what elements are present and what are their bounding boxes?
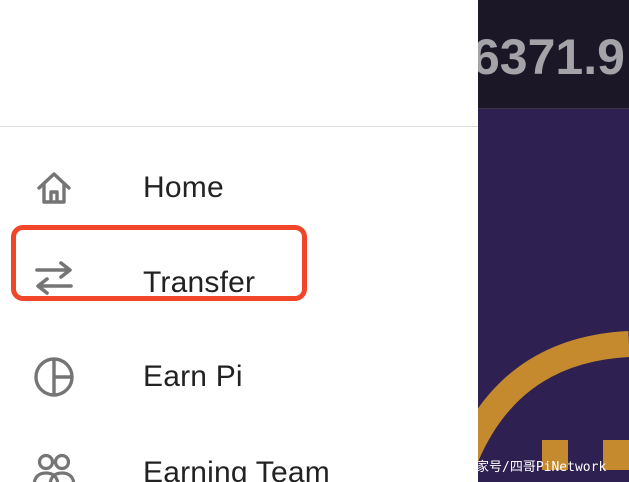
watermark-text: 家号/四哥PiNetwork <box>476 460 607 475</box>
home-icon <box>32 166 76 210</box>
pie-chart-icon <box>32 355 76 399</box>
navigation-drawer: Home Transfer Earn Pi Earning Team <box>0 0 478 482</box>
team-icon <box>32 448 76 482</box>
balance-value: 6371.9 <box>478 29 625 85</box>
menu-label-earn-pi: Earn Pi <box>143 360 243 393</box>
menu-item-earning-team[interactable]: Earning Team <box>0 440 478 482</box>
mining-arc <box>478 331 629 470</box>
menu-label-home: Home <box>143 171 224 204</box>
menu-label-earning-team: Earning Team <box>143 456 330 482</box>
balance-topbar: 6371.9 <box>478 0 629 109</box>
menu-item-earn-pi[interactable]: Earn Pi <box>0 347 478 407</box>
background-app: 6371.9 <box>478 0 629 482</box>
drawer-header <box>0 0 478 127</box>
menu-item-home[interactable]: Home <box>0 158 478 218</box>
transfer-highlight-box <box>11 225 307 301</box>
